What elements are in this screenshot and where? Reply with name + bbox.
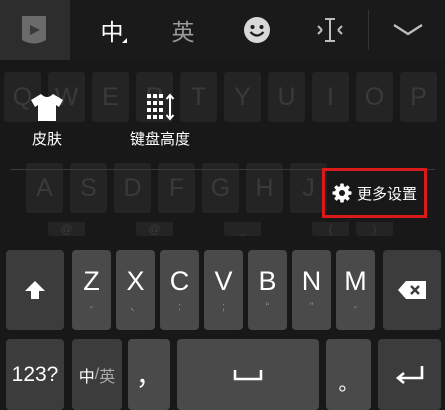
key-symbol: ; <box>221 301 226 313</box>
chinese-mode-label: 中 <box>100 20 124 46</box>
text-cursor-icon <box>317 18 343 42</box>
backspace-key[interactable] <box>383 250 441 330</box>
language-switch-key[interactable]: 中 / 英 <box>72 339 122 410</box>
ghost-key: F <box>158 163 195 213</box>
ghost-row-3: @ @ _ ( ) <box>0 222 445 238</box>
smiley-icon <box>244 17 270 43</box>
letter-key-n[interactable]: N ” <box>292 250 331 330</box>
gear-icon <box>332 183 352 203</box>
more-settings-button[interactable]: 更多设置 <box>322 168 427 218</box>
ghost-key: _ <box>224 222 261 236</box>
ghost-key: I <box>312 72 349 122</box>
key-symbol: “ <box>265 301 270 313</box>
ghost-key: S <box>70 163 107 213</box>
numbers-label: 123? <box>11 362 59 386</box>
keyboard-toolbar: 中 英 <box>0 0 445 60</box>
ghost-key: P <box>400 72 437 122</box>
key-char: V <box>214 266 233 296</box>
mode-indicator-corner <box>122 38 127 43</box>
key-char: B <box>258 266 277 296</box>
key-symbol: ” <box>309 301 314 313</box>
letter-key-z[interactable]: Z - <box>72 250 111 330</box>
key-symbol: : <box>177 301 182 313</box>
letter-key-m[interactable]: M - <box>336 250 375 330</box>
ghost-key: U <box>268 72 305 122</box>
shift-key[interactable] <box>6 250 64 330</box>
lang-en-label: 英 <box>99 366 116 386</box>
key-char: X <box>126 266 145 296</box>
key-char: M <box>344 266 367 296</box>
collapse-keyboard-button[interactable] <box>376 0 440 60</box>
space-key[interactable] <box>177 339 319 410</box>
shift-arrow-icon <box>25 281 45 299</box>
comma-key[interactable]: ， <box>128 339 170 410</box>
ghost-key: A <box>26 163 63 213</box>
ghost-key: ( <box>312 222 349 236</box>
keyboard-height-label: 键盘高度 <box>130 130 191 148</box>
keyboard-logo-button[interactable] <box>0 0 70 60</box>
space-bar-icon <box>233 369 263 380</box>
letter-key-v[interactable]: V ; <box>204 250 243 330</box>
more-settings-label: 更多设置 <box>356 184 417 203</box>
backspace-icon <box>398 281 426 299</box>
enter-key[interactable] <box>378 339 441 410</box>
cursor-move-button[interactable] <box>298 0 362 60</box>
skin-label: 皮肤 <box>31 130 62 148</box>
comma-char: ， <box>135 362 162 392</box>
key-char: C <box>169 266 190 296</box>
ghost-key: Y <box>224 72 261 122</box>
ghost-key: @ <box>48 222 85 236</box>
emoji-button[interactable] <box>225 0 289 60</box>
tshirt-icon <box>31 94 63 121</box>
letter-key-x[interactable]: X 、 <box>116 250 155 330</box>
letter-key-b[interactable]: B “ <box>248 250 287 330</box>
ghost-key: E <box>92 72 129 122</box>
keyboard-height-button[interactable]: 键盘高度 <box>130 92 190 149</box>
chevron-down-icon <box>393 23 423 36</box>
key-char: N <box>301 266 322 296</box>
ghost-key: G <box>202 163 239 213</box>
numbers-symbols-key[interactable]: 123? <box>6 339 64 410</box>
lang-zh-label: 中 <box>78 366 95 386</box>
key-char: Z <box>83 266 100 296</box>
ghost-key: H <box>246 163 283 213</box>
english-mode-label: 英 <box>171 20 195 46</box>
english-mode-button[interactable]: 英 <box>151 0 215 60</box>
toolbar-divider <box>368 10 369 50</box>
enter-return-icon <box>395 365 423 384</box>
key-symbol: - <box>353 301 358 313</box>
ghost-key: ) <box>356 222 393 236</box>
skin-button[interactable]: 皮肤 <box>30 92 64 149</box>
key-symbol: - <box>89 301 94 313</box>
keyboard-height-icon <box>147 93 175 121</box>
ghost-key: @ <box>136 222 173 236</box>
ghost-key: O <box>356 72 393 122</box>
chinese-mode-button[interactable]: 中 <box>80 0 144 60</box>
period-key[interactable]: 。 <box>326 339 371 410</box>
ghost-key: D <box>114 163 151 213</box>
keyboard-logo-icon <box>22 16 46 44</box>
letter-key-c[interactable]: C : <box>160 250 199 330</box>
period-char: 。 <box>338 371 359 395</box>
key-symbol: 、 <box>130 301 141 313</box>
